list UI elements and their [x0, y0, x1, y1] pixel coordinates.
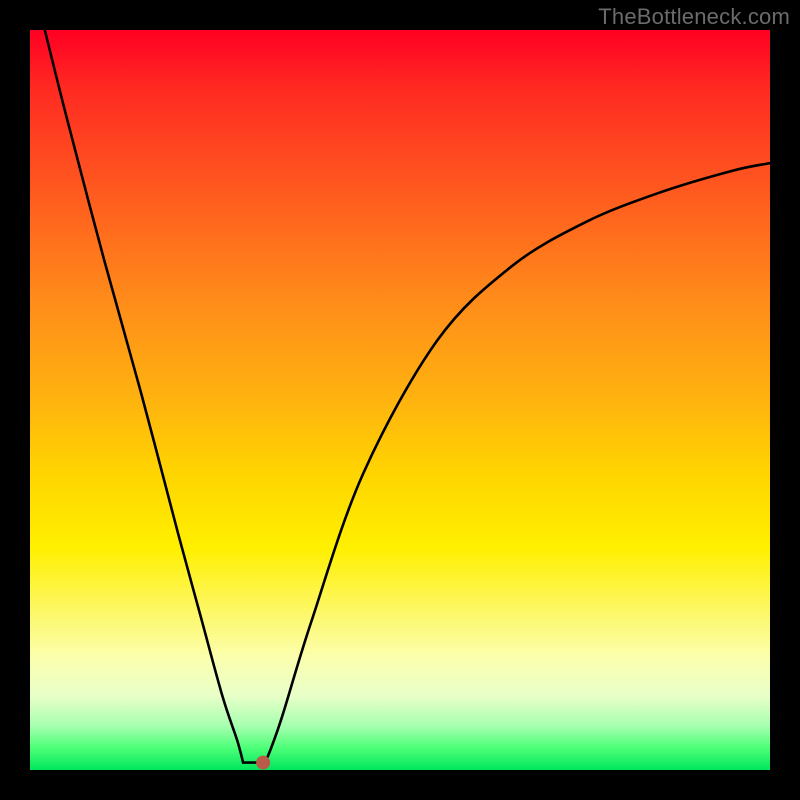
plot-svg: [30, 30, 770, 770]
minimum-marker: [256, 756, 270, 770]
chart-frame: TheBottleneck.com: [0, 0, 800, 800]
attribution-text: TheBottleneck.com: [598, 4, 790, 30]
plot-area: [30, 30, 770, 770]
bottleneck-curve: [45, 30, 770, 763]
